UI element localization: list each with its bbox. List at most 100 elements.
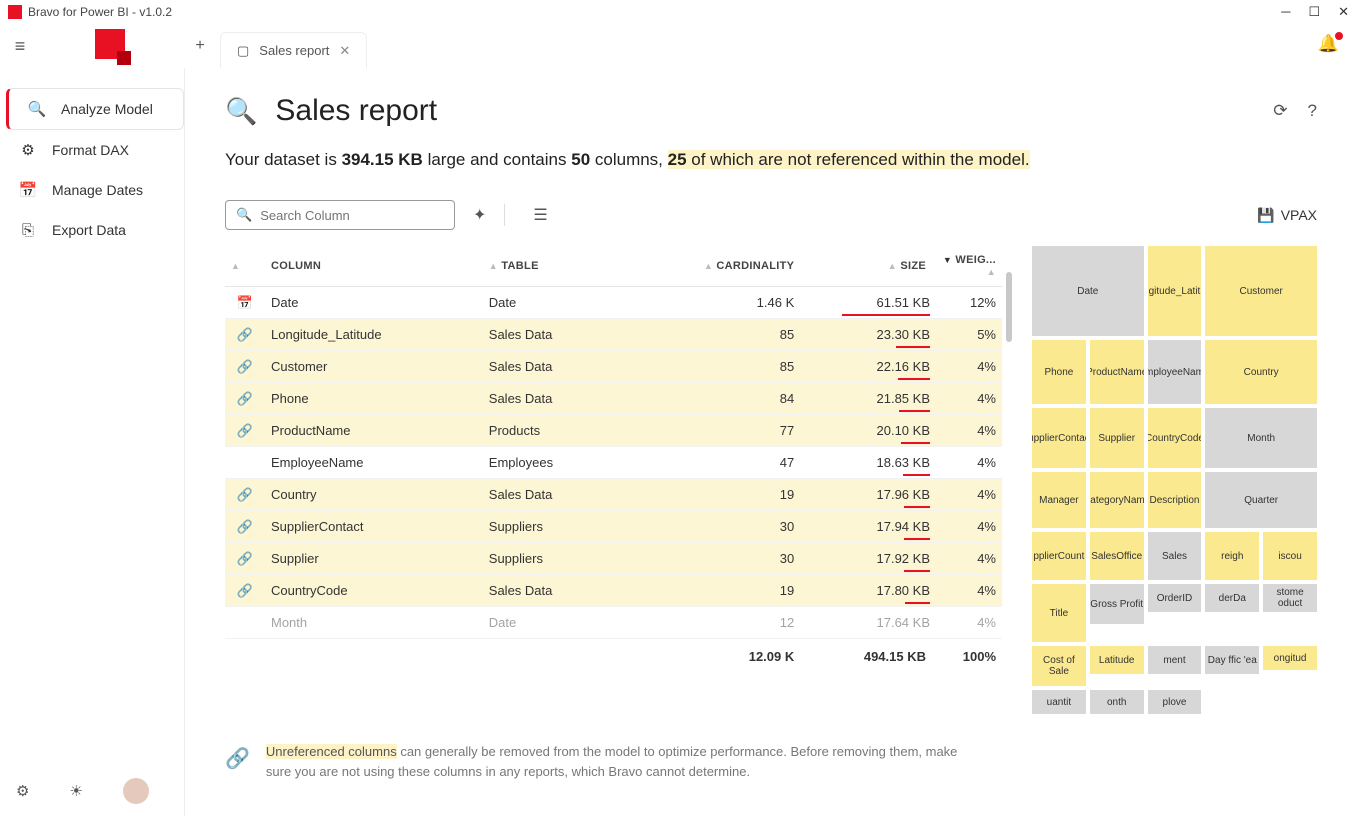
search-input[interactable] bbox=[260, 208, 444, 223]
treemap-cell[interactable]: onth bbox=[1090, 690, 1144, 714]
group-button[interactable]: ☰ bbox=[533, 205, 547, 225]
scrollbar[interactable] bbox=[1006, 272, 1012, 342]
close-tab-button[interactable]: ✕ bbox=[339, 43, 350, 59]
size: 61.51 KB bbox=[800, 287, 932, 319]
app-title: Bravo for Power BI - v1.0.2 bbox=[28, 5, 172, 19]
treemap-cell[interactable]: CountryCode bbox=[1148, 408, 1202, 468]
column-name: Longitude_Latitude bbox=[265, 319, 483, 351]
treemap-cell[interactable]: ProductName bbox=[1090, 340, 1144, 404]
treemap-cell[interactable]: Latitude bbox=[1090, 646, 1144, 674]
treemap-cell[interactable]: Day ffic 'ea bbox=[1205, 646, 1259, 674]
theme-button[interactable]: ☀ bbox=[69, 782, 82, 800]
weight: 12% bbox=[932, 287, 1002, 319]
treemap-cell[interactable]: ongitud bbox=[1263, 646, 1317, 670]
size: 22.16 KB bbox=[800, 351, 932, 383]
treemap-cell[interactable]: OrderID bbox=[1148, 584, 1202, 612]
treemap-cell[interactable]: Quarter bbox=[1205, 472, 1317, 528]
treemap-cell[interactable]: SalesOffice bbox=[1090, 532, 1144, 580]
treemap-cell[interactable]: reigh bbox=[1205, 532, 1259, 580]
format-icon: ⚙ bbox=[18, 140, 38, 160]
treemap-cell[interactable]: Phone bbox=[1032, 340, 1086, 404]
treemap-cell[interactable]: Date bbox=[1032, 246, 1144, 336]
settings-button[interactable]: ⚙ bbox=[16, 782, 29, 800]
treemap-cell[interactable]: Sales bbox=[1148, 532, 1202, 580]
search-icon: 🔍 bbox=[236, 207, 252, 223]
size: 17.94 KB bbox=[800, 511, 932, 543]
analyze-model-icon: 🔍 bbox=[225, 96, 257, 127]
table-row[interactable]: 🔗 CountryCode Sales Data 19 17.80 KB 4% bbox=[225, 575, 1002, 607]
treemap-cell[interactable]: Manager bbox=[1032, 472, 1086, 528]
size: 20.10 KB bbox=[800, 415, 932, 447]
treemap-cell[interactable]: stome oduct bbox=[1263, 584, 1317, 612]
table-row[interactable]: 🔗 SupplierContact Suppliers 30 17.94 KB … bbox=[225, 511, 1002, 543]
table-row[interactable]: 📅 Date Date 1.46 K 61.51 KB 12% bbox=[225, 287, 1002, 319]
table-row[interactable]: 🔗 ProductName Products 77 20.10 KB 4% bbox=[225, 415, 1002, 447]
minimize-button[interactable]: ─ bbox=[1281, 4, 1290, 20]
treemap-cell[interactable]: upplierContac bbox=[1032, 408, 1086, 468]
menu-button[interactable]: ≡ bbox=[0, 36, 40, 57]
col-header-cardinality[interactable]: ▲ CARDINALITY bbox=[618, 246, 800, 287]
close-button[interactable]: ✕ bbox=[1338, 4, 1349, 20]
table-row[interactable]: 🔗 Supplier Suppliers 30 17.92 KB 4% bbox=[225, 543, 1002, 575]
treemap-cell[interactable]: Month bbox=[1205, 408, 1317, 468]
treemap-cell[interactable]: pplierCount bbox=[1032, 532, 1086, 580]
col-header-table[interactable]: ▲ TABLE bbox=[483, 246, 619, 287]
size: 18.63 KB bbox=[800, 447, 932, 479]
table-name: Suppliers bbox=[483, 511, 619, 543]
col-header-weight[interactable]: ▼ WEIG... ▲ bbox=[932, 246, 1002, 287]
link-icon: 🔗 bbox=[225, 351, 265, 383]
treemap-cell[interactable]: gitude_Latit bbox=[1148, 246, 1202, 336]
notifications-button[interactable]: 🔔 bbox=[1318, 34, 1339, 54]
maximize-button[interactable]: ☐ bbox=[1308, 4, 1320, 20]
table-row[interactable]: EmployeeName Employees 47 18.63 KB 4% bbox=[225, 447, 1002, 479]
filter-button[interactable]: ✦ bbox=[473, 205, 486, 225]
treemap-cell[interactable]: uantit bbox=[1032, 690, 1086, 714]
treemap-cell[interactable]: ment bbox=[1148, 646, 1202, 674]
tab-sales-report[interactable]: ▢ Sales report ✕ bbox=[220, 32, 367, 68]
sidebar-item-format-dax[interactable]: ⚙ Format DAX bbox=[0, 130, 184, 170]
table-name: Sales Data bbox=[483, 351, 619, 383]
treemap-cell[interactable]: Description bbox=[1148, 472, 1202, 528]
table-row[interactable]: 🔗 Phone Sales Data 84 21.85 KB 4% bbox=[225, 383, 1002, 415]
vpax-button[interactable]: 💾 VPAX bbox=[1257, 207, 1317, 224]
app-logo bbox=[40, 29, 180, 64]
weight: 4% bbox=[932, 447, 1002, 479]
table-row[interactable]: 🔗 Customer Sales Data 85 22.16 KB 4% bbox=[225, 351, 1002, 383]
treemap-cell[interactable]: Customer bbox=[1205, 246, 1317, 336]
col-header-size[interactable]: ▲ SIZE bbox=[800, 246, 932, 287]
table-row[interactable]: Month Date 12 17.64 KB 4% bbox=[225, 607, 1002, 639]
add-tab-button[interactable]: + bbox=[180, 37, 220, 55]
treemap-cell[interactable]: CategoryName bbox=[1090, 472, 1144, 528]
treemap-cell[interactable]: plove bbox=[1148, 690, 1202, 714]
col-header-column[interactable]: COLUMN bbox=[265, 246, 483, 287]
treemap-cell[interactable]: mployeeNam bbox=[1148, 340, 1202, 404]
size: 17.80 KB bbox=[800, 575, 932, 607]
treemap-cell[interactable]: Country bbox=[1205, 340, 1317, 404]
cardinality: 19 bbox=[618, 479, 800, 511]
size: 23.30 KB bbox=[800, 319, 932, 351]
weight: 4% bbox=[932, 575, 1002, 607]
treemap-cell[interactable]: derDa bbox=[1205, 584, 1259, 612]
analyze-icon: 🔍 bbox=[27, 99, 47, 119]
refresh-button[interactable]: ⟳ bbox=[1273, 101, 1287, 121]
treemap-cell[interactable]: iscou bbox=[1263, 532, 1317, 580]
sidebar-item-export-data[interactable]: ⎘ Export Data bbox=[0, 210, 184, 250]
treemap-cell[interactable]: Supplier bbox=[1090, 408, 1144, 468]
search-input-wrap[interactable]: 🔍 bbox=[225, 200, 455, 230]
weight: 4% bbox=[932, 351, 1002, 383]
divider bbox=[504, 204, 505, 226]
table-row[interactable]: 🔗 Country Sales Data 19 17.96 KB 4% bbox=[225, 479, 1002, 511]
export-icon: ⎘ bbox=[18, 220, 38, 240]
treemap-cell[interactable]: Cost of Sale bbox=[1032, 646, 1086, 686]
table-row[interactable]: 🔗 Longitude_Latitude Sales Data 85 23.30… bbox=[225, 319, 1002, 351]
sidebar-item-manage-dates[interactable]: 📅 Manage Dates bbox=[0, 170, 184, 210]
size: 17.96 KB bbox=[800, 479, 932, 511]
treemap-cell[interactable]: Title bbox=[1032, 584, 1086, 642]
weight: 4% bbox=[932, 607, 1002, 639]
help-button[interactable]: ? bbox=[1308, 101, 1317, 121]
user-avatar[interactable] bbox=[123, 778, 149, 804]
sidebar-item-analyze-model[interactable]: 🔍 Analyze Model bbox=[6, 88, 184, 130]
top-strip: ≡ + ▢ Sales report ✕ 🔔 bbox=[0, 24, 1357, 68]
treemap-cell[interactable]: Gross Profit bbox=[1090, 584, 1144, 624]
column-name: Date bbox=[265, 287, 483, 319]
